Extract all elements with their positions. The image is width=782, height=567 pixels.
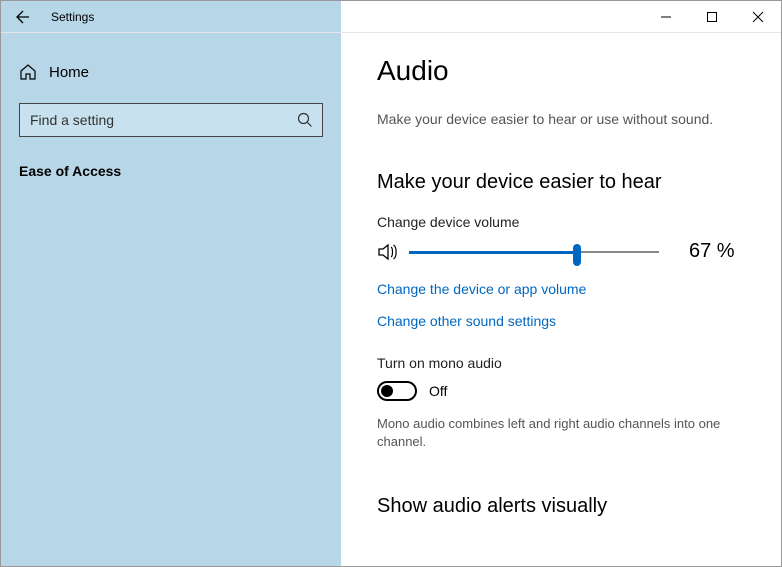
slider-fill <box>409 251 577 254</box>
page-title: Audio <box>377 55 745 87</box>
settings-window: Settings Home Find a setting Ease of Acc… <box>0 0 782 567</box>
toggle-knob <box>381 385 393 397</box>
back-button[interactable] <box>1 1 45 33</box>
maximize-button[interactable] <box>689 1 735 33</box>
slider-thumb[interactable] <box>573 244 581 266</box>
section-visual-alerts-heading: Show audio alerts visually <box>377 495 745 518</box>
search-icon <box>296 111 314 129</box>
search-placeholder: Find a setting <box>30 112 114 128</box>
link-other-sound-settings[interactable]: Change other sound settings <box>377 313 745 329</box>
mono-audio-toggle[interactable] <box>377 381 417 401</box>
search-input[interactable]: Find a setting <box>19 103 323 137</box>
home-nav[interactable]: Home <box>19 63 323 81</box>
close-button[interactable] <box>735 1 781 33</box>
minimize-icon <box>660 11 672 23</box>
volume-label: Change device volume <box>377 214 745 230</box>
title-bar: Settings <box>1 1 781 33</box>
speaker-icon <box>377 241 399 263</box>
link-device-app-volume[interactable]: Change the device or app volume <box>377 281 745 297</box>
section-hear-heading: Make your device easier to hear <box>377 171 745 194</box>
page-subtitle: Make your device easier to hear or use w… <box>377 111 745 127</box>
mono-audio-label: Turn on mono audio <box>377 355 745 371</box>
home-label: Home <box>49 64 89 81</box>
minimize-button[interactable] <box>643 1 689 33</box>
home-icon <box>19 63 37 81</box>
back-arrow-icon <box>15 9 31 25</box>
volume-percent: 67 % <box>689 240 735 263</box>
window-title: Settings <box>45 10 94 24</box>
mono-audio-state: Off <box>429 383 447 399</box>
mono-audio-description: Mono audio combines left and right audio… <box>377 415 745 451</box>
sidebar: Home Find a setting Ease of Access <box>1 33 341 566</box>
close-icon <box>752 11 764 23</box>
main-content: Audio Make your device easier to hear or… <box>341 33 781 566</box>
volume-slider[interactable] <box>409 243 659 261</box>
sidebar-category: Ease of Access <box>19 163 323 179</box>
maximize-icon <box>706 11 718 23</box>
